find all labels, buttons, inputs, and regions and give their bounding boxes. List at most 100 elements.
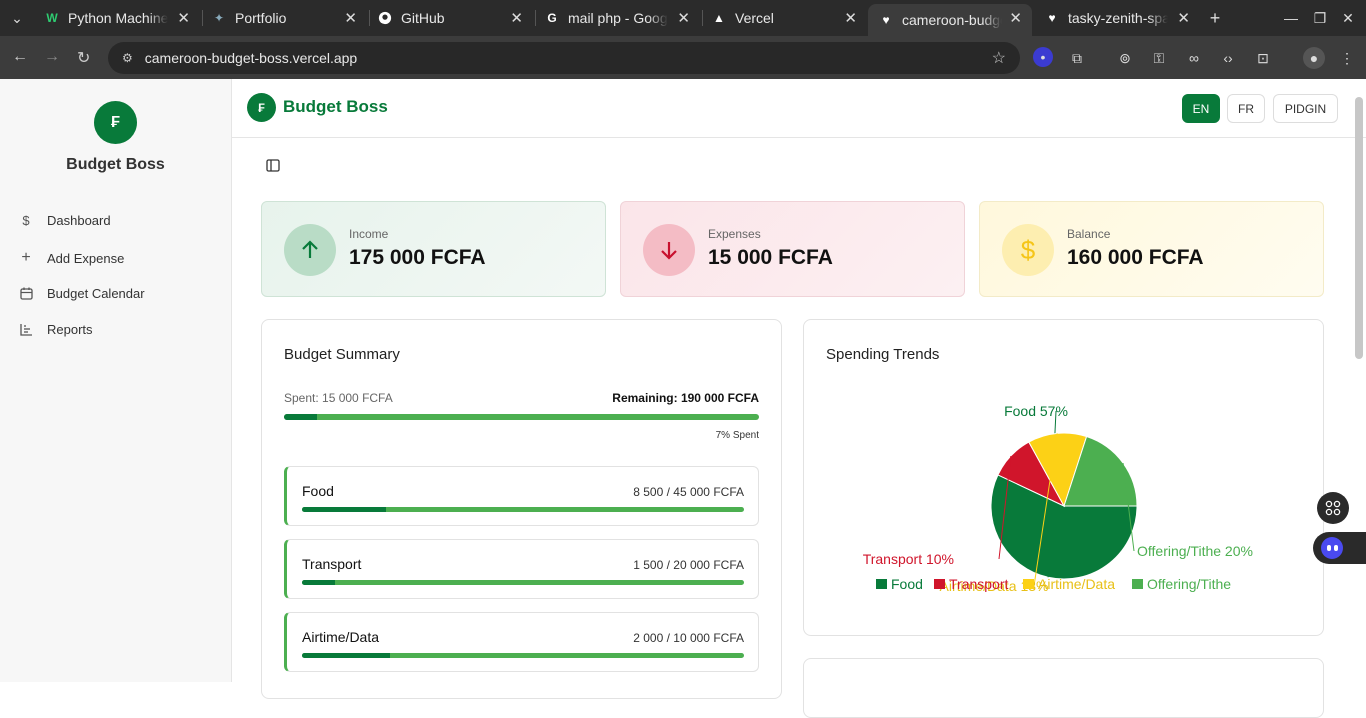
portfolio-icon: ✦ (213, 11, 225, 25)
close-icon[interactable]: ✕ (844, 9, 857, 27)
category-name: Food (302, 483, 334, 499)
tab-3[interactable]: GitHub ✕ (377, 4, 527, 32)
category-card-airtime: Airtime/Data 2 000 / 10 000 FCFA (284, 612, 759, 672)
legend-label[interactable]: Food (891, 576, 923, 592)
close-icon[interactable]: ✕ (344, 9, 357, 27)
tab-title: Portfolio (235, 10, 287, 26)
github-icon (377, 10, 393, 26)
profile-icon[interactable]: ● (1303, 47, 1325, 69)
tab-search-icon[interactable]: ⌄ (6, 7, 28, 29)
pie-slice-label: Offering/Tithe 20% (1137, 543, 1253, 559)
chart-icon (18, 323, 34, 336)
balance-value: 160 000 FCFA (1067, 246, 1204, 269)
sidebar-item-dashboard[interactable]: $ Dashboard (18, 213, 111, 228)
code-icon[interactable]: ‹› (1217, 47, 1239, 69)
category-progress-bar (302, 507, 744, 512)
sidebar: ₣ Budget Boss $ Dashboard + Add Expense … (0, 79, 232, 682)
tab-title: Python Machine (68, 10, 168, 26)
remaining-label: Remaining: 190 000 FCFA (612, 391, 759, 405)
budget-summary-title: Budget Summary (284, 346, 400, 363)
key-icon[interactable]: ⚿ (1148, 47, 1170, 69)
tab-1[interactable]: W Python Machine ✕ (44, 4, 194, 32)
assistant-widget-icon[interactable] (1313, 532, 1366, 564)
browser-chrome: ⌄ W Python Machine ✕ ✦ Portfolio ✕ GitHu… (0, 0, 1366, 79)
close-icon[interactable]: ✕ (677, 9, 690, 27)
google-icon: G (547, 11, 557, 25)
tab-title: GitHub (401, 10, 445, 26)
sidebar-item-budget-calendar[interactable]: Budget Calendar (18, 286, 145, 301)
legend-label[interactable]: Offering/Tithe (1147, 576, 1231, 592)
legend-swatch (1132, 579, 1143, 589)
category-value: 2 000 / 10 000 FCFA (633, 631, 744, 645)
header-title: Budget Boss (283, 97, 388, 116)
tab-title: mail php - Google (568, 10, 668, 26)
expenses-label: Expenses (708, 227, 761, 241)
lang-en-button[interactable]: EN (1182, 94, 1220, 123)
sidebar-toggle-icon[interactable] (266, 159, 280, 177)
site-info-icon[interactable]: ⚙ (122, 51, 133, 65)
page-scrollbar[interactable] (1355, 97, 1363, 359)
new-tab-icon[interactable]: + (1204, 7, 1226, 29)
legend-swatch (876, 579, 887, 589)
screenshot-icon[interactable]: ⊡ (1252, 47, 1274, 69)
expenses-value: 15 000 FCFA (708, 246, 833, 269)
category-card-transport: Transport 1 500 / 20 000 FCFA (284, 539, 759, 599)
spending-trends-panel: Spending Trends Food 57% Transport 10% Air… (803, 319, 1324, 636)
legend-swatch (934, 579, 945, 589)
tab-2[interactable]: ✦ Portfolio ✕ (211, 4, 361, 32)
puzzle-icon[interactable]: ⧉ (1066, 47, 1088, 69)
close-icon[interactable]: ✕ (1009, 9, 1022, 27)
menu-icon[interactable]: ⋮ (1336, 47, 1358, 69)
incognito-icon[interactable]: ⊚ (1114, 47, 1136, 69)
tab-title: cameroon-budge (902, 12, 1002, 28)
tab-strip: ⌄ W Python Machine ✕ ✦ Portfolio ✕ GitHu… (0, 0, 1366, 36)
legend-label[interactable]: Transport (949, 576, 1009, 592)
tab-6-active[interactable]: ♥ cameroon-budge ✕ (868, 4, 1032, 36)
balance-label: Balance (1067, 227, 1111, 241)
tab-5[interactable]: ▲ Vercel ✕ (711, 4, 861, 32)
browser-toolbar: ← → ↻ ⚙ cameroon-budget-boss.vercel.app … (0, 36, 1366, 79)
top-header: ₣ Budget Boss EN FR PIDGIN (232, 79, 1366, 138)
close-icon[interactable]: ✕ (1177, 9, 1190, 27)
percent-spent-label: 7% Spent (715, 430, 759, 441)
header-logo: ₣ (247, 93, 276, 122)
minimize-icon[interactable]: — (1280, 7, 1302, 29)
dollar-icon: $ (22, 213, 30, 228)
sidebar-title: Budget Boss (66, 156, 165, 173)
link-icon[interactable]: ∞ (1183, 47, 1205, 69)
legend-label[interactable]: Airtime/Data (1038, 576, 1115, 592)
grid-widget-icon[interactable] (1317, 492, 1349, 524)
tab-4[interactable]: G mail php - Google ✕ (544, 4, 694, 32)
sidebar-item-add-expense[interactable]: + Add Expense (18, 249, 124, 267)
sidebar-item-label: Dashboard (47, 213, 111, 228)
close-icon[interactable]: ✕ (177, 9, 190, 27)
tab-title: Vercel (735, 10, 774, 26)
expenses-card: Expenses 15 000 FCFA (620, 201, 965, 297)
lang-fr-button[interactable]: FR (1227, 94, 1265, 123)
tab-7[interactable]: ♥ tasky-zenith-spar ✕ (1044, 4, 1194, 32)
bookmark-star-icon[interactable]: ☆ (992, 48, 1006, 68)
address-bar[interactable]: ⚙ cameroon-budget-boss.vercel.app ☆ (108, 42, 1020, 74)
category-value: 1 500 / 20 000 FCFA (633, 558, 744, 572)
back-icon[interactable]: ← (12, 48, 28, 66)
lang-pidgin-button[interactable]: PIDGIN (1273, 94, 1338, 123)
pie-chart: Food 57%Transport 10%Airtime/Data 13%Off… (863, 403, 1253, 594)
restore-icon[interactable]: ❐ (1309, 7, 1331, 29)
sidebar-item-label: Reports (47, 322, 93, 337)
income-label: Income (349, 227, 389, 241)
legend-swatch (1023, 579, 1034, 589)
close-window-icon[interactable]: ✕ (1337, 7, 1359, 29)
extension-icon[interactable]: • (1033, 47, 1053, 67)
tab-title: tasky-zenith-spar (1068, 10, 1168, 26)
reload-icon[interactable]: ↻ (77, 48, 90, 68)
w-icon: W (46, 11, 58, 25)
forward-icon[interactable]: → (44, 48, 60, 66)
sidebar-item-reports[interactable]: Reports (18, 322, 93, 337)
income-value: 175 000 FCFA (349, 246, 486, 269)
pie-slice-label: Food 57% (1004, 403, 1068, 419)
arrow-up-icon (284, 224, 336, 276)
app-root: ₣ Budget Boss $ Dashboard + Add Expense … (0, 79, 1366, 718)
balance-card: $ Balance 160 000 FCFA (979, 201, 1324, 297)
url-text: cameroon-budget-boss.vercel.app (144, 50, 358, 66)
close-icon[interactable]: ✕ (510, 9, 523, 27)
